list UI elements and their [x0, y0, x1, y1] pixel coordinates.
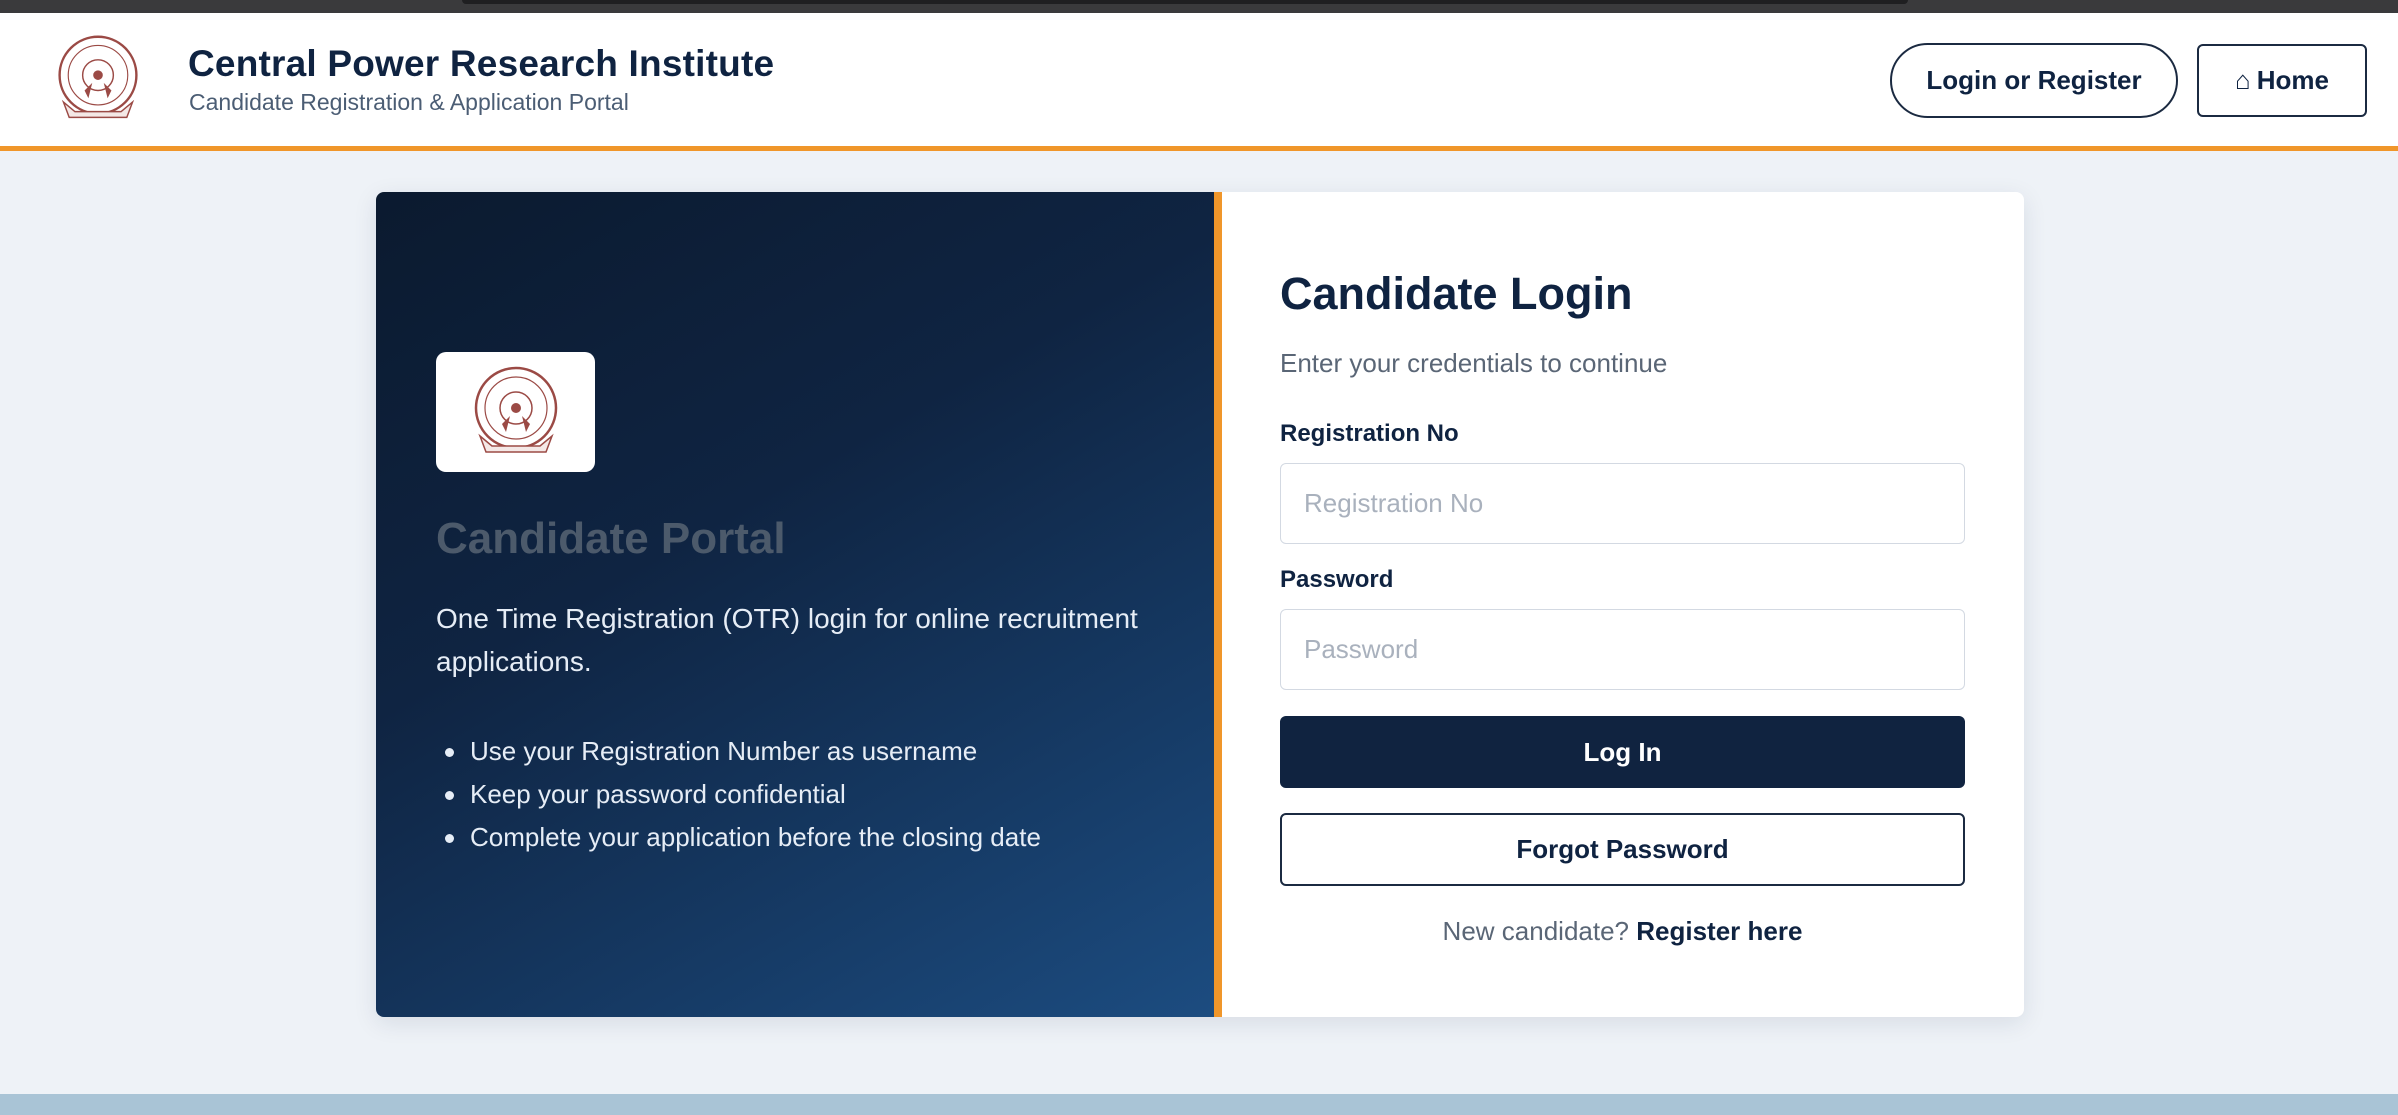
list-item-text: Keep your password confidential [470, 779, 846, 809]
login-or-register-button[interactable]: Login or Register [1890, 43, 2178, 118]
login-subtitle: Enter your credentials to continue [1280, 348, 1668, 378]
portal-description: One Time Registration (OTR) login for on… [436, 603, 1138, 677]
site-subtitle: Candidate Registration & Application Por… [189, 89, 629, 115]
home-button[interactable]: ⌂ Home [2197, 44, 2367, 117]
password-label: Password [1280, 566, 1394, 593]
home-icon: ⌂ [2235, 65, 2251, 95]
portal-title: Candidate Portal [436, 514, 786, 563]
list-item: Use your Registration Number as username [436, 730, 1176, 773]
cpri-seal-logo [474, 366, 557, 453]
footer-band [0, 1094, 2398, 1115]
forgot-password-button[interactable]: Forgot Password [1280, 813, 1965, 886]
site-title: Central Power Research Institute [188, 43, 775, 84]
browser-top-strip [0, 0, 2398, 13]
register-link[interactable]: Register here [1636, 916, 1802, 946]
bullet-icon [445, 834, 454, 843]
new-candidate-line: New candidate? Register here [1280, 916, 1965, 947]
registration-input[interactable] [1280, 463, 1965, 544]
portal-logo-box [436, 352, 595, 472]
accent-divider [1214, 192, 1222, 1017]
registration-label: Registration No [1280, 420, 1459, 447]
browser-tab-edge [462, 0, 1908, 4]
cpri-seal-logo [58, 35, 138, 119]
info-panel: Candidate Portal One Time Registration (… [376, 192, 1214, 1017]
bullet-icon [445, 748, 454, 757]
list-item-text: Use your Registration Number as username [470, 736, 978, 766]
login-title: Candidate Login [1280, 268, 1633, 319]
login-button[interactable]: Log In [1280, 716, 1965, 788]
home-button-label: Home [2256, 65, 2329, 95]
new-candidate-text: New candidate? [1442, 916, 1630, 946]
list-item: Complete your application before the clo… [436, 816, 1176, 859]
password-input[interactable] [1280, 609, 1965, 690]
info-points-list: Use your Registration Number as username… [436, 730, 1176, 859]
site-header: Central Power Research Institute Candida… [0, 13, 2398, 151]
list-item: Keep your password confidential [436, 773, 1176, 816]
list-item-text: Complete your application before the clo… [470, 822, 1041, 852]
bullet-icon [445, 791, 454, 800]
login-card: Candidate Portal One Time Registration (… [376, 192, 2024, 1017]
